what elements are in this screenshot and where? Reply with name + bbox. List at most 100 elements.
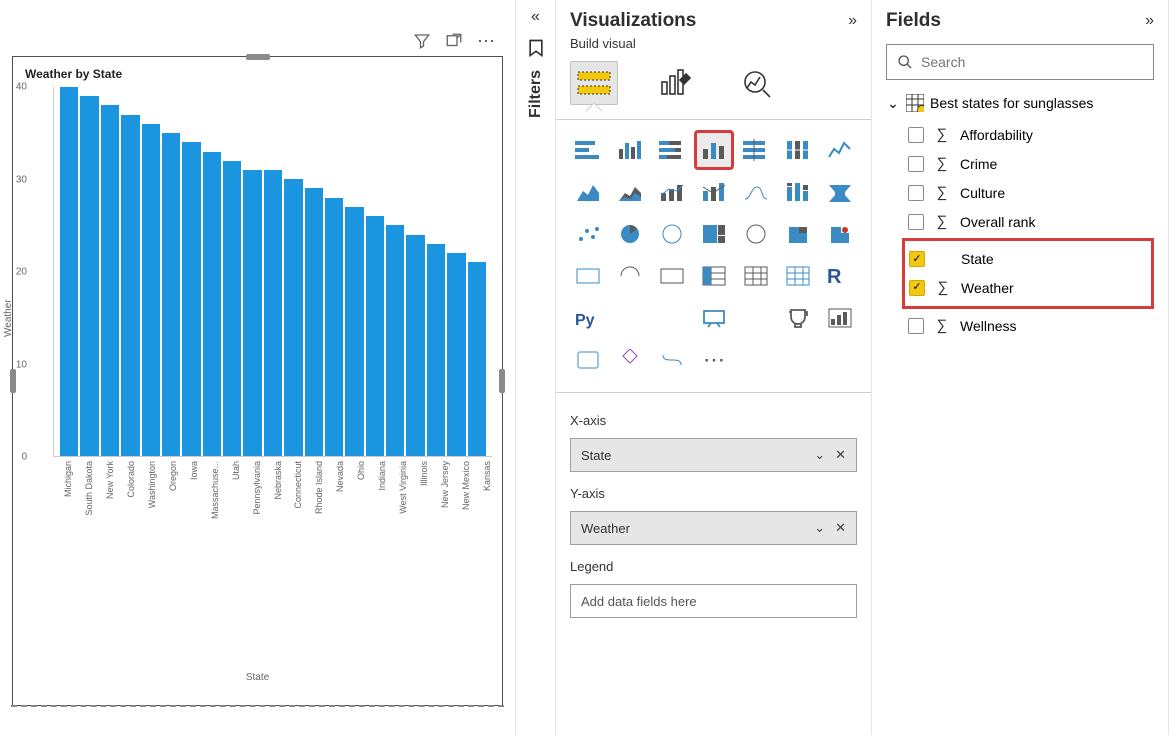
viz-type-14[interactable]	[570, 216, 606, 252]
report-canvas[interactable]: Weather by State 010203040 MichiganSouth…	[0, 0, 516, 735]
expand-filters-icon[interactable]: «	[531, 8, 540, 26]
remove-field-icon[interactable]: ✕	[835, 447, 846, 463]
viz-type-27[interactable]: R	[822, 258, 858, 294]
chevron-down-icon[interactable]: ⌄	[814, 447, 825, 463]
field-checkbox[interactable]	[909, 280, 925, 296]
filters-bookmark-icon[interactable]	[526, 38, 546, 58]
legend-field-well[interactable]: Add data fields here	[570, 584, 857, 618]
viz-type-5[interactable]	[780, 132, 816, 168]
bar-South Dakota[interactable]	[80, 96, 98, 456]
viz-type-23[interactable]	[654, 258, 690, 294]
xaxis-field-well[interactable]: State ⌄ ✕	[570, 438, 857, 472]
viz-type-25[interactable]	[738, 258, 774, 294]
collapse-visualizations-icon[interactable]: »	[848, 12, 857, 30]
bar-New York[interactable]	[101, 105, 119, 456]
viz-type-8[interactable]	[612, 174, 648, 210]
viz-type-29[interactable]	[612, 300, 648, 336]
viz-type-15[interactable]	[612, 216, 648, 252]
bar-Massachuse...[interactable]	[203, 152, 221, 456]
field-checkbox[interactable]	[908, 214, 924, 230]
resize-handle-right[interactable]	[499, 369, 505, 393]
bar-Connecticut[interactable]	[284, 179, 302, 456]
yaxis-field-well[interactable]: Weather ⌄ ✕	[570, 511, 857, 545]
resize-handle-left[interactable]	[10, 369, 16, 393]
viz-type-7[interactable]	[570, 174, 606, 210]
bar-West Virginia[interactable]	[386, 225, 404, 456]
viz-type-20[interactable]	[822, 216, 858, 252]
field-Wellness[interactable]: ∑ Wellness	[872, 311, 1168, 340]
filter-icon[interactable]	[410, 29, 434, 53]
bar-Michigan[interactable]	[60, 87, 78, 456]
field-checkbox[interactable]	[908, 318, 924, 334]
viz-type-11[interactable]	[738, 174, 774, 210]
bar-Nevada[interactable]	[325, 198, 343, 456]
bar-Indiana[interactable]	[366, 216, 384, 456]
bar-Kansas[interactable]	[468, 262, 486, 456]
field-Culture[interactable]: ∑ Culture	[872, 178, 1168, 207]
viz-type-22[interactable]	[612, 258, 648, 294]
viz-type-3[interactable]	[696, 132, 732, 168]
format-visual-tab[interactable]	[652, 61, 700, 105]
focus-mode-icon[interactable]	[442, 29, 466, 53]
viz-type-13[interactable]	[822, 174, 858, 210]
viz-type-26[interactable]	[780, 258, 816, 294]
bar-Oregon[interactable]	[162, 133, 180, 456]
chart-plot-area[interactable]	[53, 87, 492, 457]
viz-type-6[interactable]	[822, 132, 858, 168]
fields-search-input[interactable]	[921, 54, 1143, 70]
bar-Pennsylvania[interactable]	[243, 170, 261, 456]
viz-type-34[interactable]	[822, 300, 858, 336]
bar-Rhode Island[interactable]	[305, 188, 323, 456]
field-Affordability[interactable]: ∑ Affordability	[872, 120, 1168, 149]
viz-type-36[interactable]	[612, 342, 648, 378]
viz-type-24[interactable]	[696, 258, 732, 294]
remove-field-icon[interactable]: ✕	[835, 520, 846, 536]
bar-Utah[interactable]	[223, 161, 241, 456]
bar-Illinois[interactable]	[406, 235, 424, 456]
viz-type-17[interactable]	[696, 216, 732, 252]
filters-pane-collapsed[interactable]: « Filters	[516, 0, 556, 735]
chevron-down-icon[interactable]: ⌄	[886, 95, 900, 112]
analytics-tab[interactable]	[734, 61, 782, 105]
bar-Colorado[interactable]	[121, 115, 139, 456]
chevron-down-icon[interactable]: ⌄	[814, 520, 825, 536]
viz-type-30[interactable]	[654, 300, 690, 336]
viz-type-21[interactable]: 123	[570, 258, 606, 294]
viz-type-35[interactable]	[570, 342, 606, 378]
field-Weather[interactable]: ∑ Weather	[905, 273, 1151, 302]
viz-type-19[interactable]	[780, 216, 816, 252]
viz-type-4[interactable]	[738, 132, 774, 168]
build-visual-tab[interactable]	[570, 61, 618, 105]
table-best-states[interactable]: ⌄ Best states for sunglasses	[872, 88, 1168, 118]
bar-New Jersey[interactable]	[427, 244, 445, 456]
viz-type-2[interactable]	[654, 132, 690, 168]
viz-type-9[interactable]	[654, 174, 690, 210]
viz-type-31[interactable]	[696, 300, 732, 336]
viz-type-33[interactable]	[780, 300, 816, 336]
field-Overall rank[interactable]: ∑ Overall rank	[872, 207, 1168, 236]
resize-handle-top[interactable]	[246, 54, 270, 60]
more-options-icon[interactable]	[474, 29, 498, 53]
field-checkbox[interactable]	[908, 127, 924, 143]
bar-New Mexico[interactable]	[447, 253, 465, 456]
bar-Iowa[interactable]	[182, 142, 200, 456]
collapse-fields-icon[interactable]: »	[1145, 12, 1154, 30]
bar-Washington[interactable]	[142, 124, 160, 456]
field-Crime[interactable]: ∑ Crime	[872, 149, 1168, 178]
viz-type-12[interactable]	[780, 174, 816, 210]
viz-type-16[interactable]	[654, 216, 690, 252]
field-checkbox[interactable]	[908, 185, 924, 201]
viz-type-1[interactable]	[612, 132, 648, 168]
field-checkbox[interactable]	[909, 251, 925, 267]
bar-Ohio[interactable]	[345, 207, 363, 456]
viz-type-28[interactable]: Py	[570, 300, 606, 336]
viz-type-37[interactable]	[654, 342, 690, 378]
field-checkbox[interactable]	[908, 156, 924, 172]
bar-Nebraska[interactable]	[264, 170, 282, 456]
viz-type-10[interactable]	[696, 174, 732, 210]
viz-type-18[interactable]	[738, 216, 774, 252]
field-State[interactable]: State	[905, 245, 1151, 273]
viz-type-0[interactable]	[570, 132, 606, 168]
fields-search-box[interactable]	[886, 44, 1154, 80]
visual-container[interactable]: Weather by State 010203040 MichiganSouth…	[12, 56, 503, 706]
